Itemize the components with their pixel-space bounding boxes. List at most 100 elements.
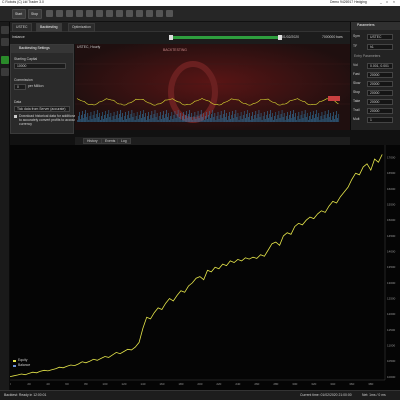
param-input-9[interactable]: 1 [367, 117, 393, 123]
start-button[interactable]: Start [12, 9, 26, 19]
starting-capital-input[interactable]: 10000 [14, 63, 66, 69]
minimize-button[interactable]: _ [380, 0, 382, 4]
symbol-chart[interactable]: USTEC, Hourly BACKTESTING [75, 44, 350, 130]
volume-bar [90, 112, 92, 122]
cut-icon[interactable] [76, 10, 83, 17]
download-checkbox[interactable] [14, 115, 17, 118]
volume-bar [296, 120, 298, 122]
status-text: Backtest: Ready in 12:00:01 [4, 393, 47, 397]
commission-input[interactable]: 0 [14, 84, 26, 90]
trade-icon[interactable] [1, 26, 9, 34]
volume-bar [314, 118, 315, 122]
build-icon[interactable] [136, 10, 143, 17]
param-input-5[interactable]: 20000 [367, 81, 393, 87]
volume-bar [293, 110, 294, 122]
volume-bar [276, 119, 278, 122]
tab-symbol[interactable]: USTEC [12, 23, 32, 32]
tab-log[interactable]: Log [117, 138, 131, 144]
volume-bar [278, 111, 280, 122]
volume-bar [319, 120, 321, 122]
param-input-symbol[interactable]: USTEC [367, 34, 393, 40]
data-label: Data [14, 100, 22, 104]
volume-bar [196, 115, 198, 122]
volume-bar [107, 114, 109, 122]
tab-optimization[interactable]: Optimization [68, 23, 95, 32]
y-tick-label: 14500 [387, 234, 396, 238]
volume-bar [128, 111, 130, 122]
automate-icon[interactable] [1, 38, 9, 46]
parameters-header: Parameters [351, 22, 400, 30]
progress-track[interactable] [169, 35, 282, 40]
volume-bar [289, 115, 290, 122]
paste-icon[interactable] [96, 10, 103, 17]
param-input-6[interactable]: 20000 [367, 90, 393, 96]
active-section-icon[interactable] [1, 56, 9, 64]
volume-bar [212, 110, 214, 122]
param-input-4[interactable]: 20000 [367, 72, 393, 78]
param-input-7[interactable]: 20000 [367, 99, 393, 105]
volume-bar [165, 114, 166, 122]
volume-bar [192, 120, 194, 122]
volume-bar [270, 110, 271, 122]
end-date: 01/02/2020 [282, 35, 299, 39]
volume-bar [100, 120, 101, 122]
volume-bar [171, 112, 173, 122]
y-tick-label: 12000 [387, 312, 396, 316]
volume-bar [122, 113, 123, 122]
legend-label-equity: Equity [18, 358, 28, 362]
param-label: Trail [353, 108, 360, 112]
param-value: 20000 [370, 73, 380, 77]
close-button[interactable]: × [393, 0, 395, 4]
volume-bar [232, 111, 233, 122]
help-icon[interactable] [166, 10, 173, 17]
param-input-3[interactable]: 0.001, 0.001 [367, 63, 393, 69]
volume-bar [101, 116, 102, 122]
volume-bar [147, 116, 148, 122]
open-icon[interactable] [56, 10, 63, 17]
volume-bar [213, 117, 215, 122]
analyze-icon[interactable] [1, 68, 9, 76]
app-window: C Robots (C) Ltd Trader 3.0 Demo 9426917… [0, 0, 400, 400]
volume-bar [260, 113, 262, 122]
save-icon[interactable] [66, 10, 73, 17]
volume-bar [131, 110, 133, 122]
param-row-symbol: Sym USTEC [353, 34, 399, 41]
undo-icon[interactable] [106, 10, 113, 17]
tab-backtesting[interactable]: Backtesting [36, 23, 62, 32]
maximize-button[interactable]: □ [386, 0, 388, 4]
param-input-8[interactable]: 20000 [367, 108, 393, 114]
param-input-timeframe[interactable]: h1 [367, 44, 393, 50]
y-tick-label: 11500 [387, 328, 395, 332]
speed-label: 7000000 bars [322, 35, 343, 39]
volume-bar [96, 110, 98, 122]
volume-bar [208, 115, 209, 122]
tab-row: USTEC Backtesting Optimization [10, 22, 350, 32]
x-tick-label: 180 [178, 382, 183, 386]
current-time: Current time: 01/02/2020 21:00:00 [300, 393, 352, 397]
param-row-timeframe: TF h1 [353, 44, 399, 51]
param-value: 20000 [370, 82, 380, 86]
volume-bar [259, 117, 261, 122]
progress-handle-start[interactable] [169, 35, 173, 40]
data-source-select[interactable]: Tick data from Server (accurate) [14, 106, 70, 112]
volume-bar [130, 114, 132, 122]
volume-bar [140, 111, 141, 122]
redo-icon[interactable] [116, 10, 123, 17]
stop-button[interactable]: Stop [28, 9, 42, 19]
volume-bar [161, 119, 162, 122]
volume-bar [119, 114, 120, 122]
find-icon[interactable] [126, 10, 133, 17]
volume-bar [246, 114, 247, 122]
volume-bar [111, 120, 113, 122]
volume-bar [163, 111, 164, 122]
volume-bar [251, 116, 252, 122]
equity-chart[interactable]: 10000 10500 11000 11500 12000 12500 13000 13500… [9, 145, 400, 390]
volume-bar [80, 119, 81, 122]
debug-icon[interactable] [146, 10, 153, 17]
tab-history[interactable]: History [83, 138, 102, 144]
settings-icon[interactable] [156, 10, 163, 17]
volume-bar [236, 117, 238, 122]
new-icon[interactable] [46, 10, 53, 17]
y-tick-label: 16500 [387, 171, 396, 175]
copy-icon[interactable] [86, 10, 93, 17]
